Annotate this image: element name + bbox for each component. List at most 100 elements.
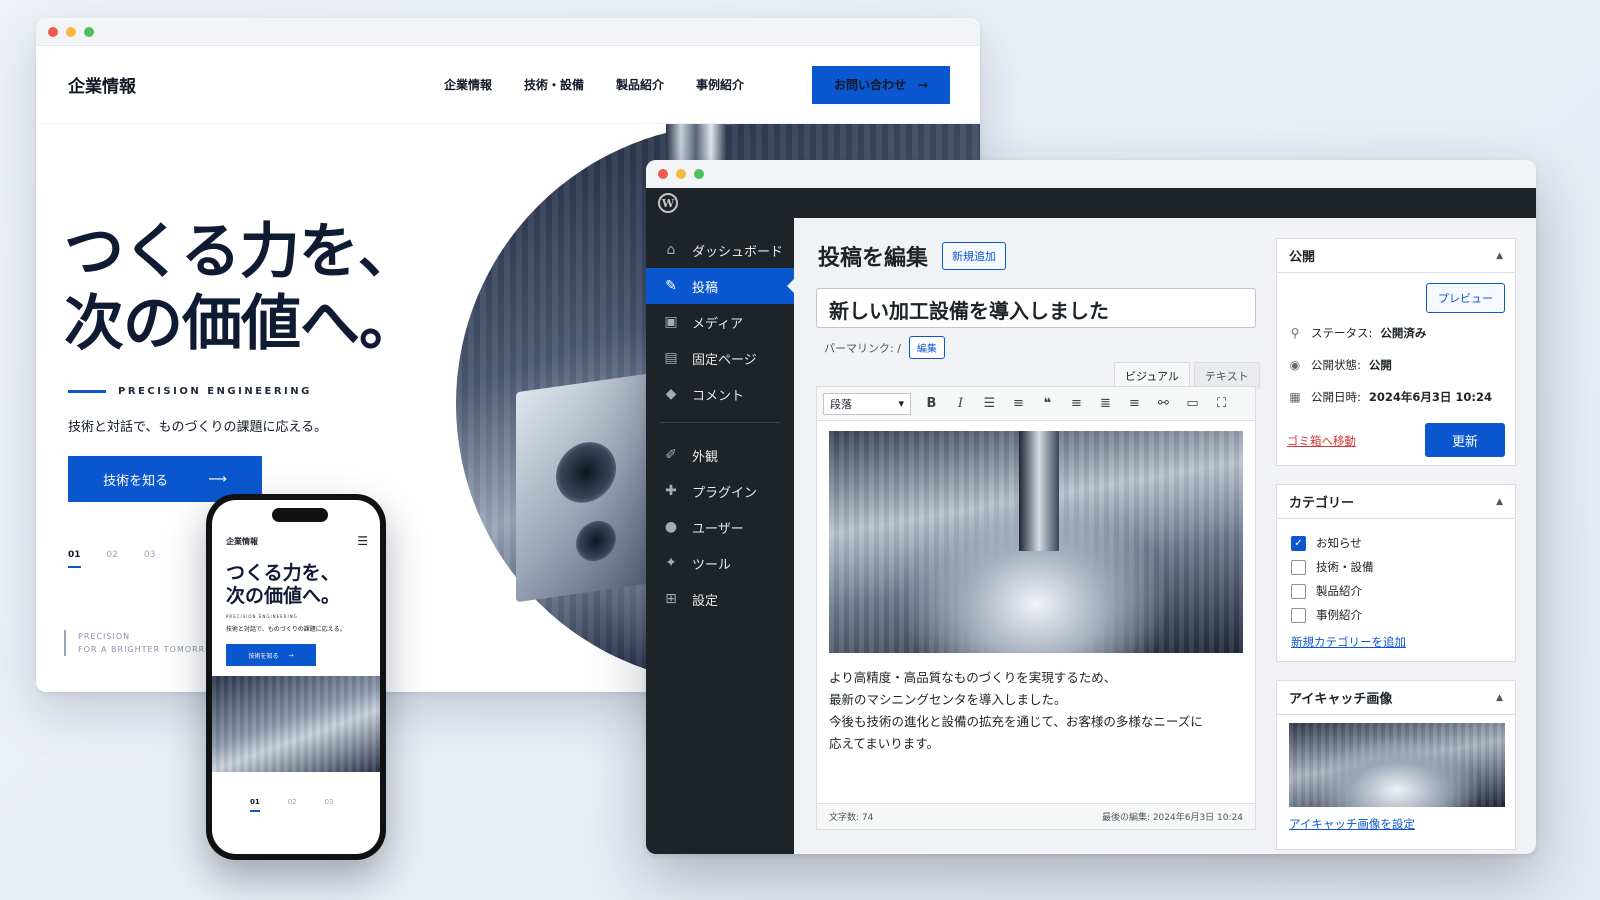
category-item[interactable]: ✓ お知らせ xyxy=(1291,531,1501,555)
nav-link-products[interactable]: 製品紹介 xyxy=(616,76,664,93)
editor-status-bar: 文字数: 74 最後の編集: 2024年6月3日 10:24 xyxy=(817,803,1255,829)
nav-link-company[interactable]: 企業情報 xyxy=(444,76,492,93)
italic-icon[interactable]: I xyxy=(952,396,969,411)
sidebar-item-pages[interactable]: ▤ 固定ページ xyxy=(646,340,794,376)
sidebar-item-settings[interactable]: ⊞ 設定 xyxy=(646,581,794,617)
sidebar-item-media[interactable]: ▣ メディア xyxy=(646,304,794,340)
fullscreen-icon[interactable]: ⛶ xyxy=(1213,396,1230,411)
categories-box-header[interactable]: カテゴリー ▲ xyxy=(1277,485,1515,519)
permalink-edit-button[interactable]: 編集 xyxy=(908,336,945,359)
page-indicator-3[interactable]: 03 xyxy=(144,550,155,568)
page-indicator-1[interactable]: 01 xyxy=(68,550,81,568)
category-item[interactable]: 製品紹介 xyxy=(1291,579,1501,603)
format-select-value: 段落 xyxy=(830,397,852,411)
sidebar-item-appearance[interactable]: ✐ 外観 xyxy=(646,437,794,473)
sidebar-item-posts[interactable]: ✎ 投稿 xyxy=(646,268,795,304)
phone-cta-button[interactable]: 技術を知る → xyxy=(226,644,316,666)
align-left-icon[interactable]: ≡ xyxy=(1068,396,1085,411)
chevron-up-icon[interactable]: ▲ xyxy=(1496,251,1503,261)
post-title-input[interactable]: 新しい加工設備を導入しました xyxy=(816,288,1256,328)
contact-button[interactable]: お問い合わせ → xyxy=(812,65,950,104)
maximize-dot-icon[interactable] xyxy=(84,26,94,37)
keyboard-icon[interactable]: ▭ xyxy=(1184,396,1201,411)
admin-toolbar: W xyxy=(646,188,1536,218)
phone-page-indicator-3[interactable]: 03 xyxy=(325,798,334,812)
set-featured-image-link[interactable]: アイキャッチ画像を設定 xyxy=(1289,817,1415,831)
tab-text[interactable]: テキスト xyxy=(1193,362,1260,389)
nav-link-cases[interactable]: 事例紹介 xyxy=(696,76,744,93)
hero-tagline: PRECISION ENGINEERING xyxy=(68,386,312,397)
sidebar-item-comments[interactable]: ◆ コメント xyxy=(646,376,794,412)
link-icon[interactable]: ⚯ xyxy=(1155,396,1172,411)
sidebar-item-dashboard[interactable]: ⌂ ダッシュボード xyxy=(646,232,794,268)
close-dot-icon[interactable] xyxy=(48,26,58,37)
chevron-up-icon[interactable]: ▲ xyxy=(1496,497,1503,507)
sidebar-item-tools[interactable]: ✦ ツール xyxy=(646,545,794,581)
featured-image-thumbnail[interactable] xyxy=(1289,723,1505,807)
checkbox-icon[interactable] xyxy=(1291,583,1306,599)
admin-sidebar: ⌂ ダッシュボード ✎ 投稿 ▣ メディア ▤ 固定ページ ◆ コメント ✐ 外… xyxy=(646,218,795,854)
featured-image-box: アイキャッチ画像 ▲ アイキャッチ画像を設定 xyxy=(1276,680,1516,850)
body-line: 今後も技術の進化と設備の拡充を通じて、お客様の多様なニーズに xyxy=(829,714,1203,729)
sidebar-item-label: プラグイン xyxy=(692,485,758,501)
page-icon: ▤ xyxy=(664,350,678,366)
add-category-link[interactable]: 新規カテゴリーを追加 xyxy=(1291,635,1406,649)
sidebar-item-users[interactable]: ● ユーザー xyxy=(646,509,794,545)
hamburger-menu-icon[interactable]: ☰ xyxy=(357,534,368,548)
add-new-button[interactable]: 新規追加 xyxy=(942,242,1007,270)
move-to-trash-link[interactable]: ゴミ箱へ移動 xyxy=(1287,433,1356,449)
publish-date-label: 公開日時: xyxy=(1311,390,1361,404)
featured-image-box-header[interactable]: アイキャッチ画像 ▲ xyxy=(1277,681,1515,715)
category-item[interactable]: 技術・設備 xyxy=(1291,555,1501,579)
bullet-list-icon[interactable]: ☰ xyxy=(981,396,998,411)
numbered-list-icon[interactable]: ≡ xyxy=(1010,396,1027,411)
phone-mockup: 企業情報 ☰ つくる力を、 次の価値へ。 PRECISION ENGINEERI… xyxy=(206,494,386,860)
phone-logo[interactable]: 企業情報 xyxy=(226,536,258,547)
chevron-up-icon[interactable]: ▲ xyxy=(1496,693,1503,703)
caret-down-icon: ▾ xyxy=(898,397,904,410)
phone-page-indicator-1[interactable]: 01 xyxy=(250,798,260,812)
calendar-icon: ▦ xyxy=(1289,390,1301,404)
checkbox-checked-icon[interactable]: ✓ xyxy=(1291,535,1306,551)
hero-description: 技術と対話で、ものづくりの課題に応える。 xyxy=(68,420,328,435)
phone-page-indicator-2[interactable]: 02 xyxy=(288,798,297,812)
publish-box-header[interactable]: 公開 ▲ xyxy=(1277,239,1515,273)
post-content-image[interactable] xyxy=(829,431,1243,653)
align-center-icon[interactable]: ≣ xyxy=(1097,396,1114,411)
page-title: 投稿を編集 xyxy=(818,246,929,271)
bold-icon[interactable]: B xyxy=(923,396,940,411)
checkbox-icon[interactable] xyxy=(1291,559,1306,575)
wordpress-logo-icon[interactable]: W xyxy=(658,193,678,213)
align-right-icon[interactable]: ≡ xyxy=(1126,396,1143,411)
minimize-dot-icon[interactable] xyxy=(676,169,686,179)
minimize-dot-icon[interactable] xyxy=(66,26,76,37)
phone-hero-title: つくる力を、 次の価値へ。 xyxy=(226,562,340,608)
page-indicator-2[interactable]: 02 xyxy=(107,550,118,568)
sidebar-item-plugins[interactable]: ✚ プラグイン xyxy=(646,473,794,509)
preview-button[interactable]: プレビュー xyxy=(1426,283,1505,313)
close-dot-icon[interactable] xyxy=(658,169,668,179)
category-item[interactable]: 事例紹介 xyxy=(1291,603,1501,627)
format-select[interactable]: 段落 ▾ xyxy=(823,392,911,415)
maximize-dot-icon[interactable] xyxy=(694,169,704,179)
post-body-text[interactable]: より高精度・高品質なものづくりを実現するため、 最新のマシニングセンタを導入しま… xyxy=(829,667,1203,755)
status-label: ステータス: xyxy=(1311,326,1373,340)
sidebar-item-label: 投稿 xyxy=(692,280,719,296)
arrow-right-icon: ⟶ xyxy=(208,471,227,487)
pin-icon: ✎ xyxy=(665,278,677,294)
dashboard-icon: ⌂ xyxy=(666,242,676,258)
phone-title-line1: つくる力を、 xyxy=(226,562,340,584)
update-button[interactable]: 更新 xyxy=(1425,423,1505,457)
hero-pagination: 01 02 03 xyxy=(68,550,155,568)
site-logo[interactable]: 企業情報 xyxy=(68,72,136,97)
publish-date-row: ▦ 公開日時: 2024年6月3日 10:24 xyxy=(1287,389,1492,405)
phone-title-line2: 次の価値へ。 xyxy=(226,585,341,607)
category-label: お知らせ xyxy=(1316,536,1362,550)
tab-visual[interactable]: ビジュアル xyxy=(1114,362,1190,389)
nav-link-technology[interactable]: 技術・設備 xyxy=(524,76,584,93)
checkbox-icon[interactable] xyxy=(1291,607,1306,623)
sidebar-item-label: ユーザー xyxy=(692,521,744,537)
plugin-icon: ✚ xyxy=(665,483,677,499)
quote-icon[interactable]: ❝ xyxy=(1039,396,1056,411)
phone-cta-label: 技術を知る xyxy=(248,652,279,660)
